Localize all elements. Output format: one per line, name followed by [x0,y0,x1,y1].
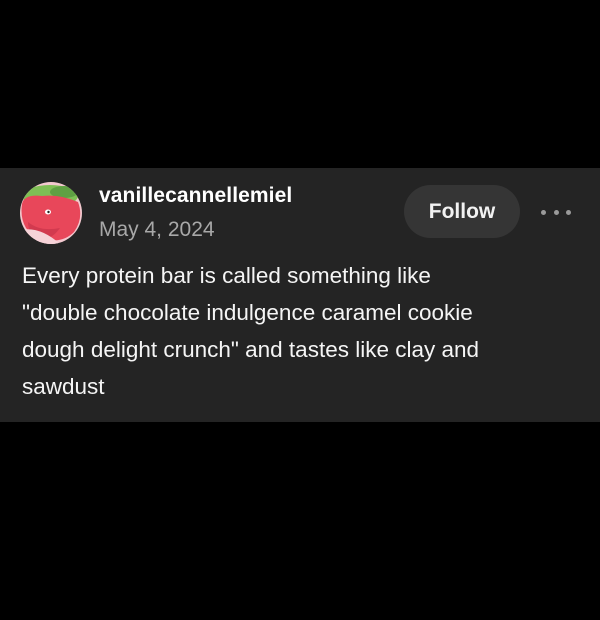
username[interactable]: vanillecannellemiel [99,184,292,208]
post-body-line: sawdust [22,374,105,399]
post-body-line: dough delight crunch" and tastes like cl… [22,337,480,362]
post-body-line: Every protein bar is called something li… [22,263,431,288]
post-card: vanillecannellemiel May 4, 2024 Follow E… [0,168,600,422]
post-date: May 4, 2024 [99,218,215,241]
ellipsis-dot [553,209,559,215]
ellipsis-icon[interactable] [541,208,571,216]
strawberry-avatar-icon [20,182,82,244]
ellipsis-dot [541,209,546,215]
post-body-line: "double chocolate indulgence caramel coo… [22,300,473,325]
avatar[interactable] [20,182,82,244]
post-body: Every protein bar is called something li… [22,257,582,405]
ellipsis-dot [566,209,571,215]
follow-button[interactable]: Follow [404,185,520,238]
